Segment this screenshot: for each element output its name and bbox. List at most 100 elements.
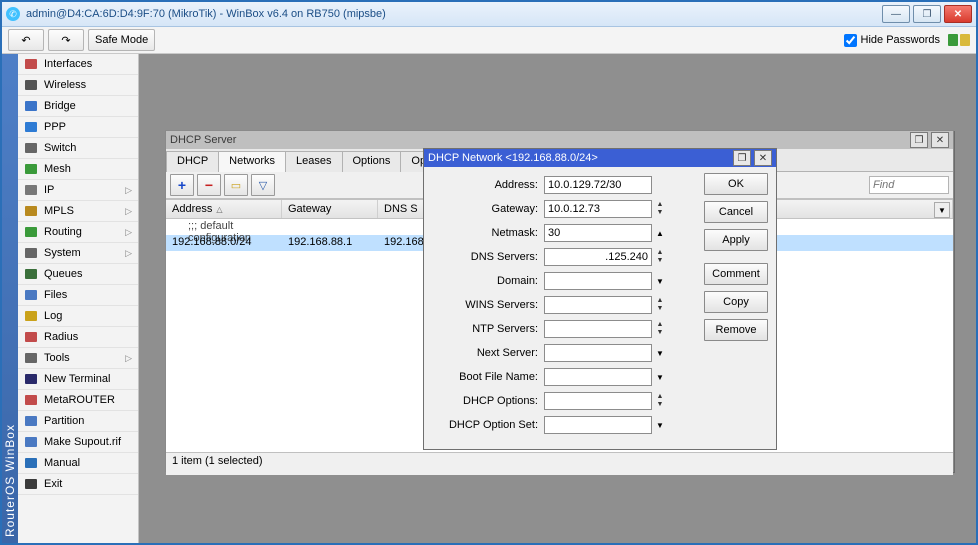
log-icon (24, 310, 38, 322)
submenu-chevron-icon: ▷ (125, 227, 132, 238)
safe-mode-button[interactable]: Safe Mode (88, 29, 155, 51)
menu-item-switch[interactable]: Switch (18, 138, 138, 159)
boot-file-expand-icon[interactable]: ▼ (654, 373, 666, 382)
hide-passwords-checkbox[interactable] (844, 34, 857, 47)
apply-button[interactable]: Apply (704, 229, 768, 251)
menu-item-log[interactable]: Log (18, 306, 138, 327)
manual-icon (24, 457, 38, 469)
next-server-input[interactable] (544, 344, 652, 362)
menu-item-radius[interactable]: Radius (18, 327, 138, 348)
col-gateway[interactable]: Gateway (282, 200, 378, 218)
ntp-spinner[interactable]: ▲▼ (654, 321, 666, 337)
gateway-input[interactable] (544, 200, 652, 218)
tab-networks[interactable]: Networks (218, 151, 286, 172)
dns-spinner[interactable]: ▲▼ (654, 249, 666, 265)
menu-item-system[interactable]: System▷ (18, 243, 138, 264)
menu-item-mpls[interactable]: MPLS▷ (18, 201, 138, 222)
dhcp-network-maximize[interactable]: ❐ (733, 150, 751, 166)
menu-item-mesh[interactable]: Mesh (18, 159, 138, 180)
menu-item-partition[interactable]: Partition (18, 411, 138, 432)
copy-button[interactable]: Copy (704, 291, 768, 313)
dhcp-network-close[interactable]: ✕ (754, 150, 772, 166)
grid-status: 1 item (1 selected) (166, 452, 953, 475)
netmask-collapse-icon[interactable]: ▲ (654, 229, 666, 238)
hide-passwords-label: Hide Passwords (861, 34, 940, 46)
undo-button[interactable]: ↶ (8, 29, 44, 51)
menu-item-ppp[interactable]: PPP (18, 117, 138, 138)
dhcp-network-titlebar[interactable]: DHCP Network <192.168.88.0/24> ❐ ✕ (424, 149, 776, 167)
menu-label: Make Supout.rif (44, 436, 121, 448)
dialog-buttons: OK Cancel Apply Comment Copy Remove (704, 173, 770, 437)
menu-label: PPP (44, 121, 66, 133)
remove-dialog-button[interactable]: Remove (704, 319, 768, 341)
dhcp-server-maximize[interactable]: ❐ (910, 132, 928, 148)
address-input[interactable] (544, 176, 652, 194)
filter-button[interactable]: ▽ (251, 174, 275, 196)
domain-input[interactable] (544, 272, 652, 290)
netmask-label: Netmask: (430, 227, 544, 239)
find-input[interactable] (869, 176, 949, 194)
menu-label: Exit (44, 478, 62, 490)
dhcp-server-titlebar[interactable]: DHCP Server ❐ ✕ (166, 131, 953, 149)
dhcp-options-spinner[interactable]: ▲▼ (654, 393, 666, 409)
wins-input[interactable] (544, 296, 652, 314)
menu-item-wireless[interactable]: Wireless (18, 75, 138, 96)
dns-input[interactable] (544, 248, 652, 266)
mpls-icon (24, 205, 38, 217)
comment-button[interactable]: ▭ (224, 174, 248, 196)
cell-gateway: 192.168.88.1 (282, 235, 378, 251)
gateway-label: Gateway: (430, 203, 544, 215)
connection-status-icons (948, 34, 970, 46)
menu-item-new-terminal[interactable]: New Terminal (18, 369, 138, 390)
menu-item-exit[interactable]: Exit (18, 474, 138, 495)
menu-item-ip[interactable]: IP▷ (18, 180, 138, 201)
menu-label: Queues (44, 268, 83, 280)
address-label: Address: (430, 179, 544, 191)
cell-address: 192.168.88.0/24 (166, 235, 282, 251)
dhcp-options-input[interactable] (544, 392, 652, 410)
ok-button[interactable]: OK (704, 173, 768, 195)
domain-expand-icon[interactable]: ▼ (654, 277, 666, 286)
tab-dhcp[interactable]: DHCP (166, 151, 219, 172)
columns-dropdown-icon[interactable]: ▼ (934, 202, 950, 218)
terminal-icon (24, 373, 38, 385)
remove-button[interactable]: − (197, 174, 221, 196)
netmask-input[interactable] (544, 224, 652, 242)
menu-item-metarouter[interactable]: MetaROUTER (18, 390, 138, 411)
close-button[interactable]: ✕ (944, 5, 972, 23)
dhcp-option-set-expand-icon[interactable]: ▼ (654, 421, 666, 430)
menu-item-interfaces[interactable]: Interfaces (18, 54, 138, 75)
col-address[interactable]: Address△ (166, 200, 282, 218)
minimize-button[interactable]: — (882, 5, 910, 23)
warning-icon (960, 34, 970, 46)
menu-item-tools[interactable]: Tools▷ (18, 348, 138, 369)
ntp-input[interactable] (544, 320, 652, 338)
maximize-button[interactable]: ❐ (913, 5, 941, 23)
next-server-expand-icon[interactable]: ▼ (654, 349, 666, 358)
dhcp-server-close[interactable]: ✕ (931, 132, 949, 148)
menu-item-manual[interactable]: Manual (18, 453, 138, 474)
menu-item-files[interactable]: Files (18, 285, 138, 306)
files-icon (24, 289, 38, 301)
gateway-spinner[interactable]: ▲▼ (654, 201, 666, 217)
cancel-button[interactable]: Cancel (704, 201, 768, 223)
dhcp-options-label: DHCP Options: (430, 395, 544, 407)
menu-item-bridge[interactable]: Bridge (18, 96, 138, 117)
tab-options[interactable]: Options (342, 151, 402, 172)
menu-label: Partition (44, 415, 84, 427)
redo-button[interactable]: ↷ (48, 29, 84, 51)
add-button[interactable]: + (170, 174, 194, 196)
boot-file-input[interactable] (544, 368, 652, 386)
menu-item-queues[interactable]: Queues (18, 264, 138, 285)
comment-dialog-button[interactable]: Comment (704, 263, 768, 285)
domain-label: Domain: (430, 275, 544, 287)
wireless-icon (24, 79, 38, 91)
menu-label: Interfaces (44, 58, 92, 70)
secure-icon (948, 34, 958, 46)
wins-spinner[interactable]: ▲▼ (654, 297, 666, 313)
menu-item-routing[interactable]: Routing▷ (18, 222, 138, 243)
menu-item-make-supout-rif[interactable]: Make Supout.rif (18, 432, 138, 453)
tab-leases[interactable]: Leases (285, 151, 342, 172)
dhcp-option-set-input[interactable] (544, 416, 652, 434)
hide-passwords-toggle[interactable]: Hide Passwords (844, 34, 940, 47)
